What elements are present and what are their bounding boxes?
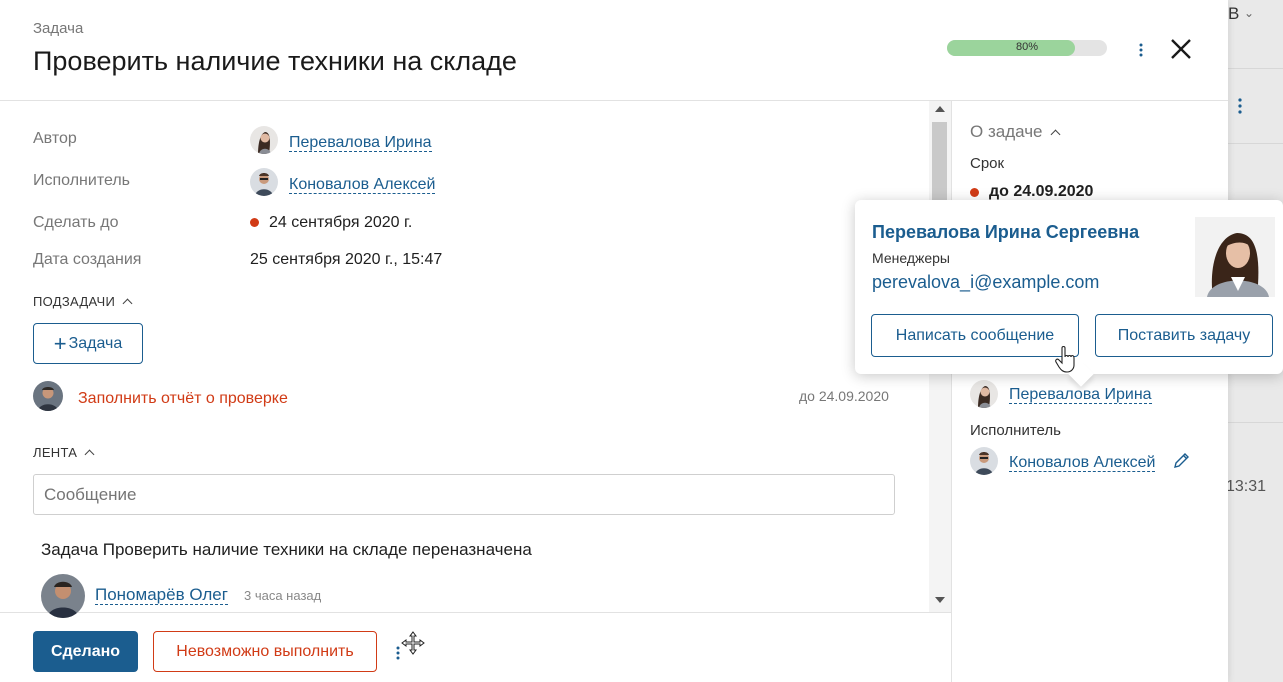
edit-icon[interactable] bbox=[1172, 450, 1192, 470]
scroll-up-icon[interactable] bbox=[935, 106, 945, 112]
deadline-value: до 24.09.2020 bbox=[989, 183, 1094, 200]
done-button[interactable]: Сделано bbox=[33, 631, 138, 672]
deadline-label: Срок bbox=[970, 155, 1005, 172]
avatar bbox=[41, 574, 85, 618]
hand-cursor-icon bbox=[1055, 345, 1075, 373]
user-photo bbox=[1195, 217, 1275, 297]
scroll-down-icon[interactable] bbox=[935, 597, 945, 603]
right-executor-link[interactable]: Коновалов Алексей bbox=[1009, 454, 1156, 472]
background-divider bbox=[1228, 143, 1283, 144]
more-vertical-icon[interactable] bbox=[1136, 40, 1146, 60]
message-input[interactable] bbox=[33, 474, 895, 515]
feed-entry-time: 3 часа назад bbox=[244, 588, 322, 603]
subtask-link[interactable]: Заполнить отчёт о проверке bbox=[78, 390, 288, 408]
created-value: 25 сентября 2020 г., 15:47 bbox=[250, 251, 443, 268]
about-section-header[interactable]: О задаче bbox=[970, 122, 1060, 142]
subtasks-section-header[interactable]: ПОДЗАДАЧИ bbox=[33, 294, 133, 309]
add-subtask-button[interactable]: + Задача bbox=[33, 323, 143, 364]
right-executor-label: Исполнитель bbox=[970, 422, 1061, 439]
avatar bbox=[970, 380, 998, 408]
scrollbar-thumb[interactable] bbox=[932, 122, 947, 202]
due-value: 24 сентября 2020 г. bbox=[269, 214, 413, 231]
subtasks-section-label: ПОДЗАДАЧИ bbox=[33, 294, 116, 309]
background-divider bbox=[1228, 68, 1283, 69]
chevron-up-icon bbox=[1050, 129, 1060, 140]
task-type-label: Задача bbox=[33, 20, 84, 37]
more-vertical-icon[interactable] bbox=[1236, 96, 1244, 116]
avatar bbox=[250, 126, 278, 154]
write-message-button[interactable]: Написать сообщение bbox=[871, 314, 1079, 357]
divider bbox=[951, 100, 952, 682]
close-icon[interactable] bbox=[1168, 36, 1194, 62]
executor-label: Исполнитель bbox=[33, 172, 131, 189]
user-full-name[interactable]: Перевалова Ирина Сергеевна bbox=[872, 222, 1139, 243]
cannot-complete-button[interactable]: Невозможно выполнить bbox=[153, 631, 377, 672]
avatar bbox=[970, 447, 998, 475]
user-email-link[interactable]: perevalova_i@example.com bbox=[872, 272, 1099, 293]
avatar bbox=[33, 381, 63, 411]
created-label: Дата создания bbox=[33, 251, 142, 268]
subtask-due: до 24.09.2020 bbox=[799, 388, 889, 404]
background-user-letter: В bbox=[1228, 4, 1240, 23]
due-label: Сделать до bbox=[33, 214, 119, 231]
author-link[interactable]: Перевалова Ирина bbox=[289, 134, 432, 152]
avatar bbox=[250, 168, 278, 196]
assign-task-button[interactable]: Поставить задачу bbox=[1095, 314, 1273, 357]
add-subtask-label: Задача bbox=[68, 334, 123, 352]
chevron-down-icon[interactable]: ⌄ bbox=[1244, 6, 1254, 20]
page-title: Проверить наличие техники на складе bbox=[33, 46, 517, 76]
feed-section-label: ЛЕНТА bbox=[33, 445, 78, 460]
move-cursor-icon bbox=[401, 631, 425, 655]
progress-label: 80% bbox=[1015, 41, 1039, 53]
executor-link[interactable]: Коновалов Алексей bbox=[289, 176, 436, 194]
feed-author-link[interactable]: Пономарёв Олег bbox=[95, 585, 228, 605]
progress-bar: 80% bbox=[947, 40, 1107, 56]
background-time: 13:31 bbox=[1226, 478, 1267, 495]
divider bbox=[0, 100, 1228, 101]
chevron-up-icon bbox=[84, 449, 95, 460]
divider bbox=[0, 612, 951, 613]
feed-section-header[interactable]: ЛЕНТА bbox=[33, 445, 95, 460]
chevron-up-icon bbox=[122, 298, 133, 309]
overdue-dot bbox=[250, 218, 259, 227]
user-department: Менеджеры bbox=[872, 250, 950, 266]
about-section-label: О задаче bbox=[970, 122, 1043, 141]
background-divider bbox=[1228, 422, 1283, 423]
overdue-dot bbox=[970, 188, 979, 197]
feed-entry-title: Задача Проверить наличие техники на скла… bbox=[41, 540, 532, 559]
author-label: Автор bbox=[33, 130, 77, 147]
plus-icon: + bbox=[53, 330, 67, 356]
right-author-link[interactable]: Перевалова Ирина bbox=[1009, 386, 1152, 404]
